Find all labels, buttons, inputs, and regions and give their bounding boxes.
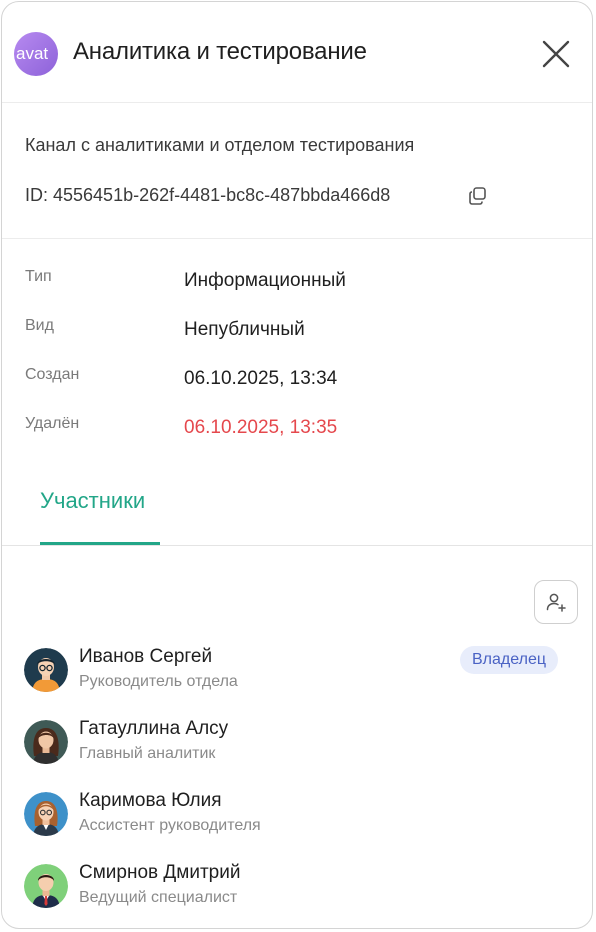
member-role: Ассистент руководителя <box>79 817 261 834</box>
avatar <box>24 648 68 692</box>
deleted-label: Удалён <box>25 415 80 432</box>
member-row[interactable]: Гатауллина Алсу Главный аналитик <box>2 718 592 778</box>
channel-info-panel: avat Аналитика и тестирование Канал с ан… <box>1 1 593 929</box>
member-name: Иванов Сергей <box>79 646 213 667</box>
created-label: Создан <box>25 366 80 383</box>
created-value: 06.10.2025, 13:34 <box>184 368 338 389</box>
member-row[interactable]: Каримова Юлия Ассистент руководителя <box>2 790 592 850</box>
visibility-value: Непубличный <box>184 319 305 340</box>
channel-avatar: avat <box>14 32 58 76</box>
member-name: Смирнов Дмитрий <box>79 862 241 883</box>
member-name: Гатауллина Алсу <box>79 718 229 739</box>
channel-id: ID: 4556451b-262f-4481-bc8c-487bbda466d8 <box>25 185 391 205</box>
add-user-icon <box>546 593 566 612</box>
copy-icon <box>469 187 486 205</box>
add-member-button[interactable] <box>534 580 578 624</box>
avatar <box>24 864 68 908</box>
tabs-divider <box>2 545 592 546</box>
close-icon <box>542 40 570 68</box>
member-role: Руководитель отдела <box>79 673 238 690</box>
copy-id-button[interactable] <box>467 185 489 207</box>
type-label: Тип <box>25 268 52 285</box>
member-name: Каримова Юлия <box>79 790 222 811</box>
deleted-value: 06.10.2025, 13:35 <box>184 417 338 438</box>
avatar <box>24 792 68 836</box>
visibility-label: Вид <box>25 317 54 334</box>
close-button[interactable] <box>538 36 574 72</box>
channel-description: Канал с аналитиками и отделом тестирован… <box>25 135 415 155</box>
member-row[interactable]: Иванов Сергей Руководитель отдела Владел… <box>2 646 592 706</box>
panel-header: avat Аналитика и тестирование <box>2 2 592 103</box>
channel-title: Аналитика и тестирование <box>73 38 367 65</box>
member-row[interactable]: Смирнов Дмитрий Ведущий специалист <box>2 862 592 922</box>
type-value: Информационный <box>184 270 346 291</box>
owner-badge: Владелец <box>460 646 559 674</box>
member-role: Главный аналитик <box>79 745 216 762</box>
avatar <box>24 720 68 764</box>
divider <box>2 238 592 239</box>
tab-members[interactable]: Участники <box>40 488 145 514</box>
member-role: Ведущий специалист <box>79 889 238 906</box>
